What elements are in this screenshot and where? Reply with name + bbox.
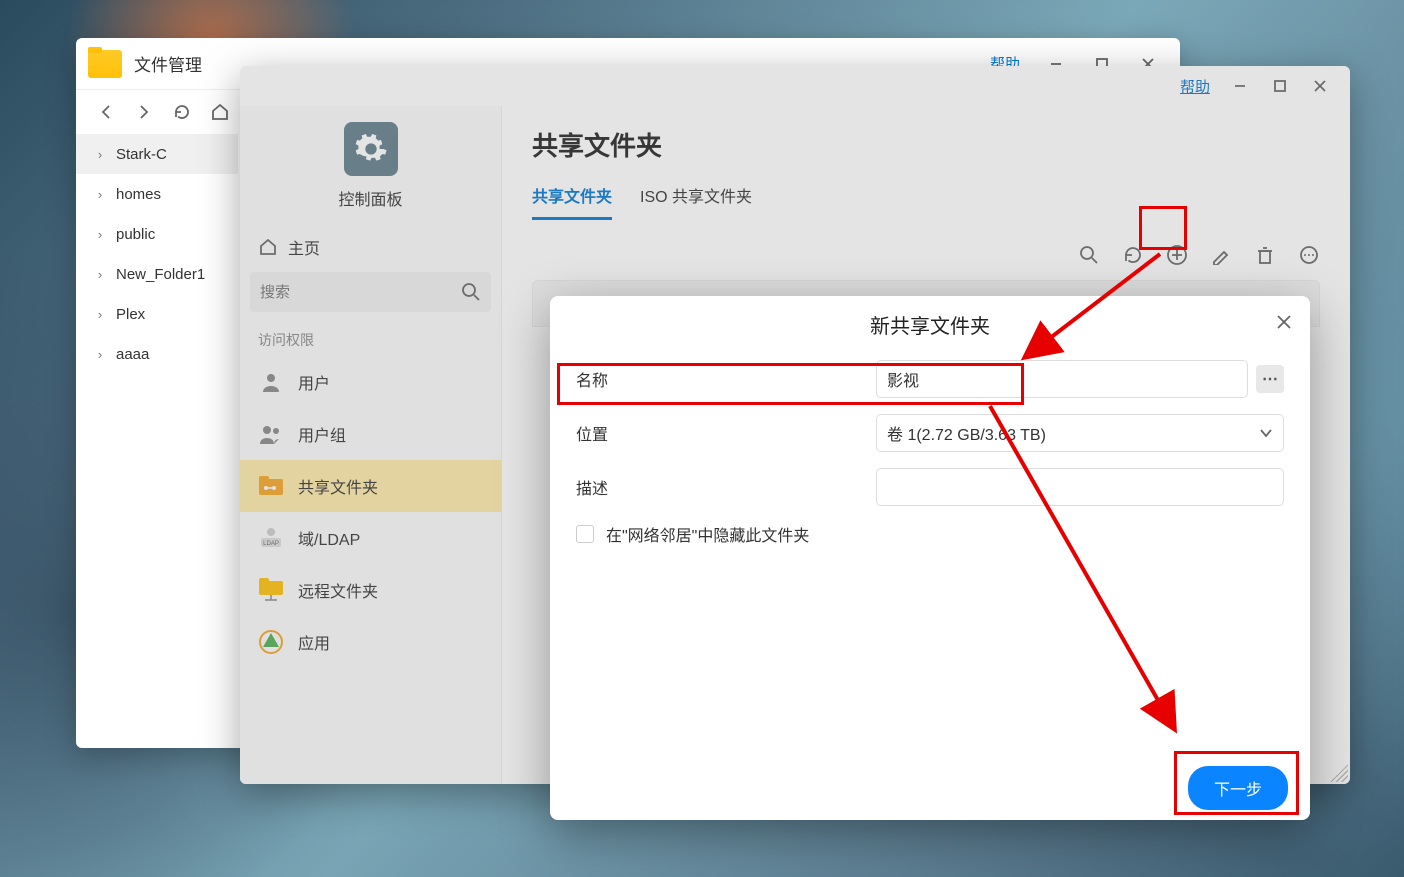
- sidebar-item-label: public: [116, 226, 155, 243]
- control-panel-sidebar: 控制面板 主页 访问权限 用户 用户组: [240, 106, 502, 784]
- new-shared-folder-dialog: 新共享文件夹 名称 ⋯ 位置 卷 1(2.72 GB/3.63 TB): [550, 296, 1310, 820]
- hide-checkbox[interactable]: [576, 525, 594, 543]
- nav-item-ldap[interactable]: LDAP 域/LDAP: [240, 512, 501, 564]
- control-panel-titlebar: 帮助: [240, 66, 1350, 106]
- desc-input[interactable]: [876, 468, 1284, 506]
- user-icon: [258, 369, 284, 395]
- refresh-icon[interactable]: [1122, 244, 1144, 266]
- sidebar-item-label: New_Folder1: [116, 266, 205, 283]
- location-select[interactable]: 卷 1(2.72 GB/3.63 TB): [876, 414, 1284, 452]
- nav-item-label: 用户: [298, 370, 330, 394]
- file-manager-title: 文件管理: [134, 51, 202, 76]
- name-label: 名称: [576, 367, 876, 391]
- ldap-icon: LDAP: [258, 525, 284, 551]
- help-link[interactable]: 帮助: [1180, 76, 1210, 97]
- desc-label: 描述: [576, 475, 876, 499]
- more-icon[interactable]: [1298, 244, 1320, 266]
- nav-item-group[interactable]: 用户组: [240, 408, 501, 460]
- sidebar-item-stark-c[interactable]: ›Stark-C: [76, 134, 238, 174]
- sidebar-item-homes[interactable]: ›homes: [76, 174, 238, 214]
- tabs: 共享文件夹 ISO 共享文件夹: [532, 183, 1320, 220]
- sidebar-item-label: Stark-C: [116, 146, 167, 163]
- tab-label: 共享文件夹: [532, 189, 612, 206]
- hide-label: 在"网络邻居"中隐藏此文件夹: [606, 522, 809, 546]
- edit-icon[interactable]: [1210, 244, 1232, 266]
- nav-item-shared-folder[interactable]: 共享文件夹: [240, 460, 501, 512]
- nav-home-label: 主页: [288, 235, 320, 259]
- name-input[interactable]: [876, 360, 1248, 398]
- sidebar-item-plex[interactable]: ›Plex: [76, 294, 238, 334]
- sidebar-item-public[interactable]: ›public: [76, 214, 238, 254]
- nav-item-label: 远程文件夹: [298, 578, 378, 602]
- delete-icon[interactable]: [1254, 244, 1276, 266]
- close-button[interactable]: [1300, 71, 1340, 101]
- remote-folder-icon: [258, 577, 284, 603]
- chevron-down-icon: [1259, 426, 1273, 440]
- forward-icon[interactable]: [134, 102, 154, 122]
- resize-handle-icon[interactable]: [1330, 764, 1348, 782]
- content-toolbar: [532, 238, 1320, 280]
- more-button[interactable]: ⋯: [1256, 365, 1284, 393]
- search-icon[interactable]: [1078, 244, 1100, 266]
- section-label: 访问权限: [240, 320, 501, 356]
- tab-iso-shared-folder[interactable]: ISO 共享文件夹: [640, 183, 752, 220]
- next-button-label: 下一步: [1214, 782, 1262, 799]
- nav-item-label: 用户组: [298, 422, 346, 446]
- add-icon[interactable]: [1166, 244, 1188, 266]
- home-icon[interactable]: [210, 102, 230, 122]
- control-panel-title: 控制面板: [338, 186, 402, 210]
- apps-icon: [258, 629, 284, 655]
- main-title: 共享文件夹: [532, 126, 1320, 163]
- shared-folder-icon: [258, 473, 284, 499]
- dialog-title: 新共享文件夹: [870, 310, 990, 339]
- minimize-button[interactable]: [1220, 71, 1260, 101]
- sidebar-item-label: Plex: [116, 306, 145, 323]
- back-icon[interactable]: [96, 102, 116, 122]
- location-label: 位置: [576, 421, 876, 445]
- search-input-wrap[interactable]: [250, 272, 491, 312]
- nav-item-user[interactable]: 用户: [240, 356, 501, 408]
- nav-item-label: 共享文件夹: [298, 474, 378, 498]
- location-value: 卷 1(2.72 GB/3.63 TB): [887, 421, 1046, 445]
- nav-item-label: 应用: [298, 630, 330, 654]
- home-icon: [258, 237, 278, 257]
- sidebar-item-newfolder1[interactable]: ›New_Folder1: [76, 254, 238, 294]
- next-button[interactable]: 下一步: [1188, 766, 1288, 810]
- svg-text:LDAP: LDAP: [263, 541, 279, 547]
- close-icon[interactable]: [1272, 310, 1296, 334]
- search-icon: [461, 282, 481, 302]
- maximize-button[interactable]: [1260, 71, 1300, 101]
- gear-icon: [344, 122, 398, 176]
- tab-label: ISO 共享文件夹: [640, 189, 752, 206]
- nav-item-apps[interactable]: 应用: [240, 616, 501, 668]
- sidebar-item-aaaa[interactable]: ›aaaa: [76, 334, 238, 374]
- group-icon: [258, 421, 284, 447]
- folder-icon: [88, 50, 122, 78]
- nav-home[interactable]: 主页: [240, 226, 501, 268]
- search-input[interactable]: [260, 284, 461, 301]
- sidebar-item-label: aaaa: [116, 346, 149, 363]
- tab-shared-folder[interactable]: 共享文件夹: [532, 183, 612, 220]
- sidebar-item-label: homes: [116, 186, 161, 203]
- nav-item-label: 域/LDAP: [298, 526, 360, 550]
- file-manager-sidebar: ›Stark-C ›homes ›public ›New_Folder1 ›Pl…: [76, 134, 238, 748]
- nav-item-remote-folder[interactable]: 远程文件夹: [240, 564, 501, 616]
- refresh-icon[interactable]: [172, 102, 192, 122]
